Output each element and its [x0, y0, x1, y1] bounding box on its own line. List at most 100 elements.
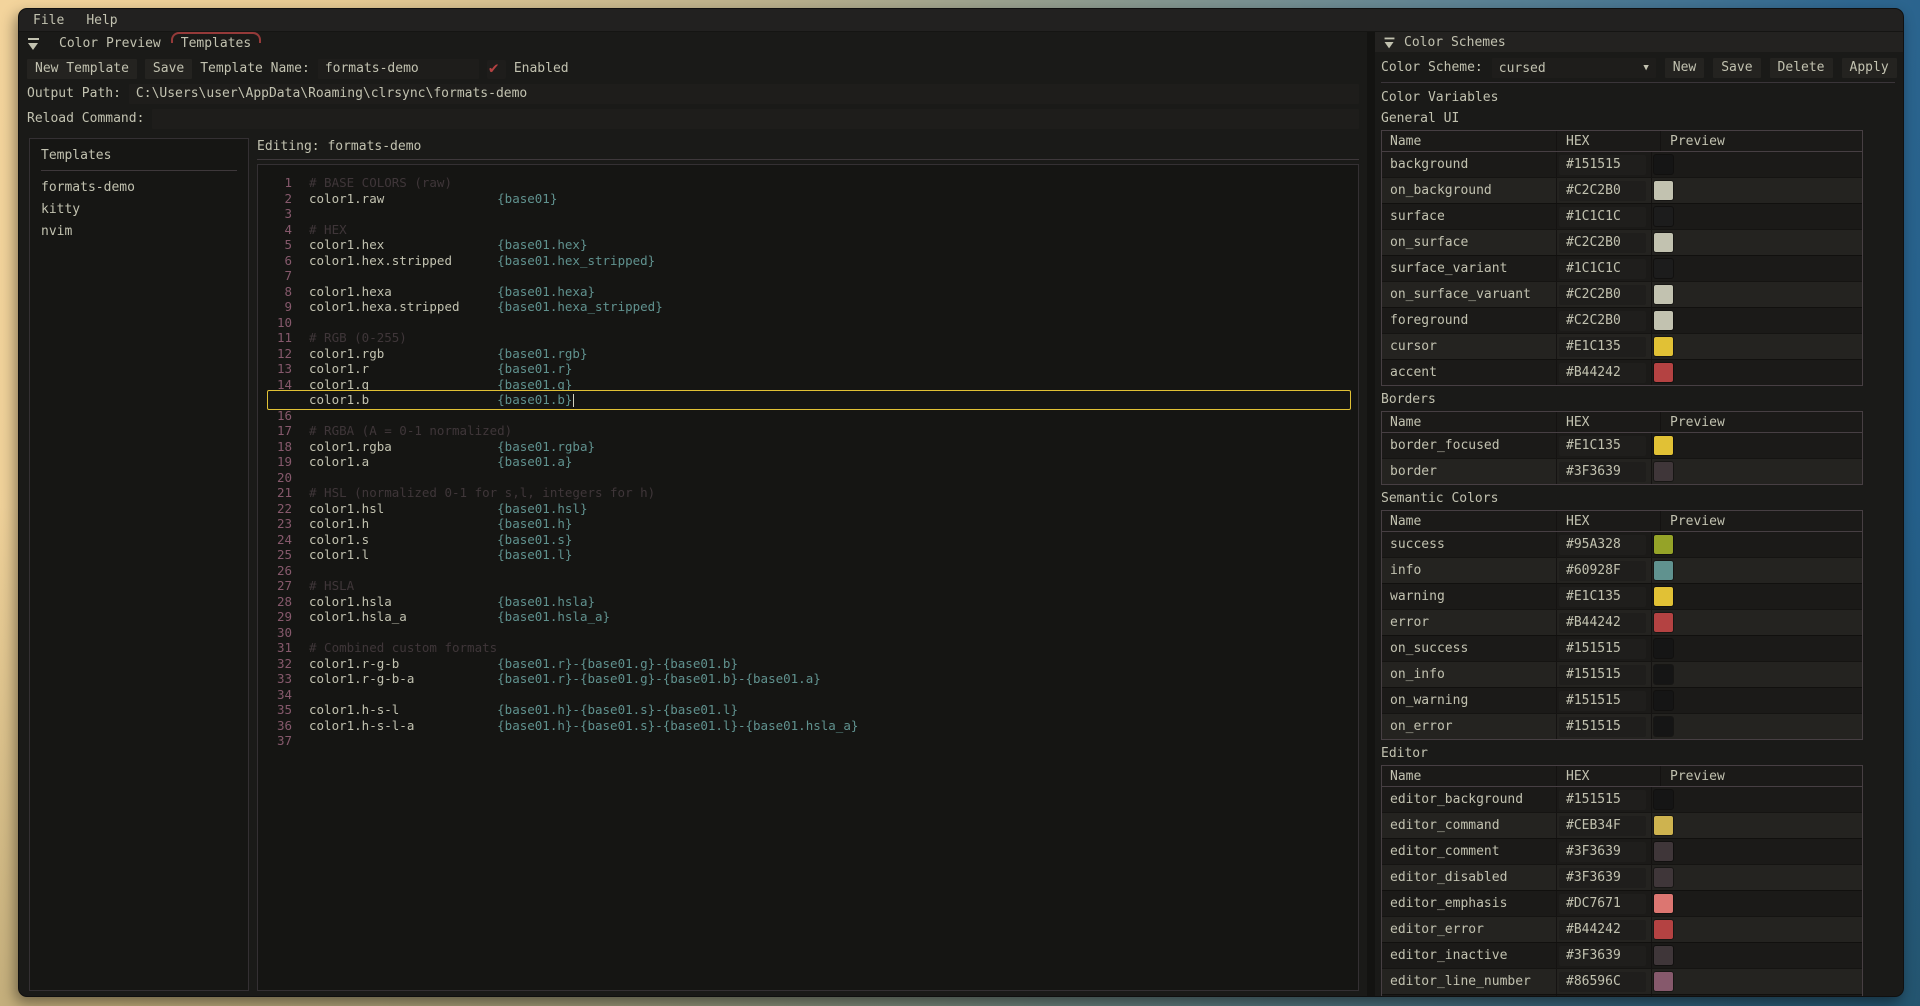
save-template-button[interactable]: Save	[145, 59, 192, 79]
color-schemes-header[interactable]: Color Schemes	[1375, 32, 1903, 52]
color-swatch[interactable]	[1654, 613, 1673, 632]
reload-command-input[interactable]	[152, 109, 1359, 129]
hex-input[interactable]: #E1C135	[1559, 587, 1646, 607]
color-section-title-general-ui[interactable]: General UI	[1381, 109, 1895, 129]
menu-item-file[interactable]: File	[33, 13, 64, 28]
color-swatch[interactable]	[1654, 946, 1673, 965]
hex-input[interactable]: #C2C2B0	[1559, 233, 1646, 253]
editor-line[interactable]: 31 # Combined custom formats	[258, 640, 1358, 656]
editor-line[interactable]: 30	[258, 625, 1358, 641]
hex-input[interactable]: #3F3639	[1559, 868, 1646, 888]
hex-input[interactable]: #C2C2B0	[1559, 181, 1646, 201]
editor-line[interactable]: 10	[258, 315, 1358, 331]
scheme-delete-button[interactable]: Delete	[1770, 58, 1833, 78]
editor-line[interactable]: 1 # BASE COLORS (raw)	[258, 175, 1358, 191]
editor-line[interactable]: 6 color1.hex.stripped {base01.hex_stripp…	[258, 253, 1358, 269]
editor-line[interactable]: 20	[258, 470, 1358, 486]
color-swatch[interactable]	[1654, 665, 1673, 684]
editor-line[interactable]: 8 color1.hexa {base01.hexa}	[258, 284, 1358, 300]
hex-input[interactable]: #151515	[1559, 155, 1646, 175]
color-swatch[interactable]	[1654, 181, 1673, 200]
template-list-item-nvim[interactable]: nvim	[41, 221, 237, 243]
color-swatch[interactable]	[1654, 868, 1673, 887]
editor-line[interactable]: 35 color1.h-s-l {base01.h}-{base01.s}-{b…	[258, 702, 1358, 718]
color-swatch[interactable]	[1654, 691, 1673, 710]
editor-line[interactable]: 22 color1.hsl {base01.hsl}	[258, 501, 1358, 517]
color-swatch[interactable]	[1654, 790, 1673, 809]
color-swatch[interactable]	[1654, 717, 1673, 736]
editor-line[interactable]: 36 color1.h-s-l-a {base01.h}-{base01.s}-…	[258, 718, 1358, 734]
hex-input[interactable]: #151515	[1559, 691, 1646, 711]
hex-input[interactable]: #E1C135	[1559, 436, 1646, 456]
editor-line[interactable]: 2 color1.raw {base01}	[258, 191, 1358, 207]
output-path-input[interactable]: C:\Users\user\AppData\Roaming\clrsync\fo…	[129, 84, 1359, 104]
editor-line[interactable]: 26	[258, 563, 1358, 579]
new-template-button[interactable]: New Template	[27, 59, 137, 79]
window-splitter[interactable]	[1367, 32, 1375, 996]
color-swatch[interactable]	[1654, 436, 1673, 455]
window-menu-icon[interactable]	[1385, 36, 1395, 48]
color-scheme-combo[interactable]: cursed ▼	[1492, 58, 1656, 78]
color-swatch[interactable]	[1654, 259, 1673, 278]
editor-line-active[interactable]: color1.b {base01.b}	[258, 392, 1358, 408]
scheme-apply-button[interactable]: Apply	[1842, 58, 1897, 78]
color-swatch[interactable]	[1654, 155, 1673, 174]
color-swatch[interactable]	[1654, 233, 1673, 252]
tab-color-preview[interactable]: Color Preview	[49, 32, 171, 54]
hex-input[interactable]: #95A328	[1559, 535, 1646, 555]
hex-input[interactable]: #86596C	[1559, 972, 1646, 992]
hex-input[interactable]: #B44242	[1559, 613, 1646, 633]
color-swatch[interactable]	[1654, 311, 1673, 330]
template-list-item-formats-demo[interactable]: formats-demo	[41, 177, 237, 199]
color-swatch[interactable]	[1654, 561, 1673, 580]
hex-input[interactable]: #3F3639	[1559, 842, 1646, 862]
hex-input[interactable]: #3F3639	[1559, 946, 1646, 966]
editor-line[interactable]: 37	[258, 733, 1358, 749]
hex-input[interactable]: #CEB34F	[1559, 816, 1646, 836]
editor-line[interactable]: 5 color1.hex {base01.hex}	[258, 237, 1358, 253]
color-swatch[interactable]	[1654, 337, 1673, 356]
hex-input[interactable]: #151515	[1559, 717, 1646, 737]
editor-line[interactable]: 19 color1.a {base01.a}	[258, 454, 1358, 470]
color-swatch[interactable]	[1654, 639, 1673, 658]
hex-input[interactable]: #DC7671	[1559, 894, 1646, 914]
editor-line[interactable]: 13 color1.r {base01.r}	[258, 361, 1358, 377]
editor-line[interactable]: 11 # RGB (0-255)	[258, 330, 1358, 346]
editor-line[interactable]: 23 color1.h {base01.h}	[258, 516, 1358, 532]
editor-line[interactable]: 33 color1.r-g-b-a {base01.r}-{base01.g}-…	[258, 671, 1358, 687]
template-editor[interactable]: 1 # BASE COLORS (raw) 2 color1.raw {base…	[257, 164, 1359, 991]
editor-line[interactable]: 17 # RGBA (A = 0-1 normalized)	[258, 423, 1358, 439]
scheme-save-button[interactable]: Save	[1713, 58, 1760, 78]
template-name-input[interactable]: formats-demo	[318, 59, 479, 79]
color-swatch[interactable]	[1654, 535, 1673, 554]
hex-input[interactable]: #1C1C1C	[1559, 207, 1646, 227]
editor-line[interactable]: 34	[258, 687, 1358, 703]
hex-input[interactable]: #B44242	[1559, 920, 1646, 940]
color-swatch[interactable]	[1654, 462, 1673, 481]
color-section-title-editor[interactable]: Editor	[1381, 744, 1895, 764]
hex-input[interactable]: #C2C2B0	[1559, 311, 1646, 331]
hex-input[interactable]: #151515	[1559, 790, 1646, 810]
editor-line[interactable]: 16	[258, 408, 1358, 424]
color-swatch[interactable]	[1654, 285, 1673, 304]
editor-line[interactable]: 21 # HSL (normalized 0-1 for s,l, intege…	[258, 485, 1358, 501]
editor-line[interactable]: 7	[258, 268, 1358, 284]
color-swatch[interactable]	[1654, 920, 1673, 939]
hex-input[interactable]: #E1C135	[1559, 337, 1646, 357]
hex-input[interactable]: #C2C2B0	[1559, 285, 1646, 305]
window-menu-icon[interactable]	[28, 37, 39, 50]
editor-line[interactable]: 28 color1.hsla {base01.hsla}	[258, 594, 1358, 610]
hex-input[interactable]: #60928F	[1559, 561, 1646, 581]
color-swatch[interactable]	[1654, 972, 1673, 991]
color-swatch[interactable]	[1654, 207, 1673, 226]
editor-line[interactable]: 3	[258, 206, 1358, 222]
hex-input[interactable]: #3F3639	[1559, 462, 1646, 482]
editor-line[interactable]: 29 color1.hsla_a {base01.hsla_a}	[258, 609, 1358, 625]
editor-line[interactable]: 12 color1.rgb {base01.rgb}	[258, 346, 1358, 362]
color-swatch[interactable]	[1654, 816, 1673, 835]
hex-input[interactable]: #151515	[1559, 665, 1646, 685]
tab-templates[interactable]: Templates	[171, 32, 261, 54]
color-swatch[interactable]	[1654, 363, 1673, 382]
menu-item-help[interactable]: Help	[86, 13, 117, 28]
enabled-checkbox[interactable]: ✔	[487, 60, 506, 79]
